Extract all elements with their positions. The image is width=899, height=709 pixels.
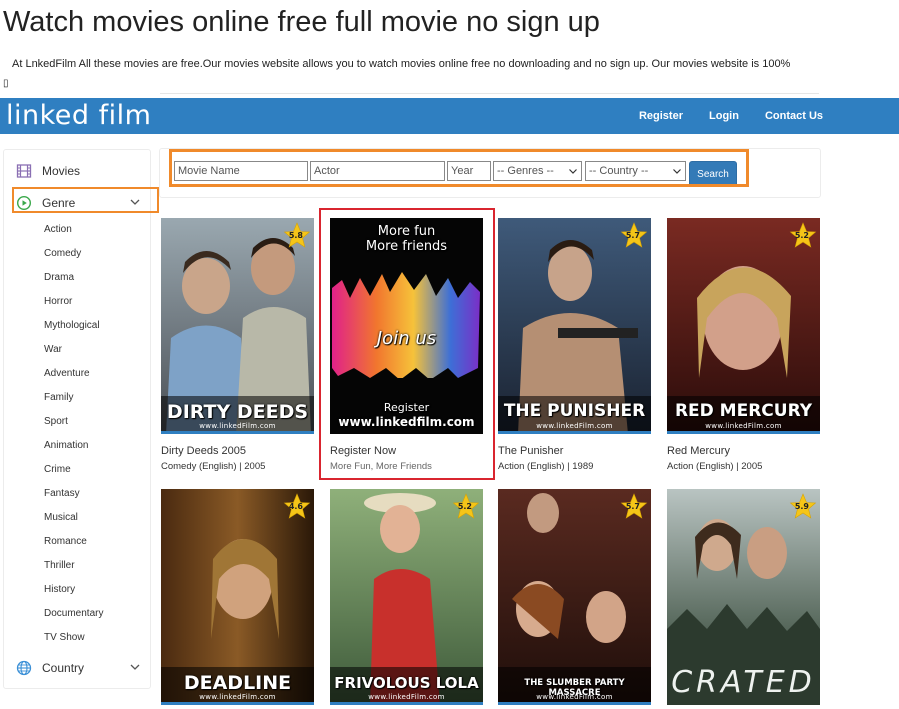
movie-poster[interactable]: DIRTY DEEDS www.linkedFilm.com 5.8 bbox=[161, 218, 314, 434]
poster-image bbox=[498, 489, 651, 705]
poster-image bbox=[330, 489, 483, 705]
movie-card-slumber-party-massacre[interactable]: THE SLUMBER PARTY MASSACRE www.linkedFil… bbox=[498, 489, 651, 709]
chevron-down-icon[interactable] bbox=[128, 660, 142, 674]
genre-item-history[interactable]: History bbox=[44, 582, 103, 606]
nav-links: Register Login Contact Us bbox=[613, 98, 823, 134]
genre-item-war[interactable]: War bbox=[44, 342, 103, 366]
poster-title: DIRTY DEEDS bbox=[166, 401, 309, 423]
poster-strip bbox=[498, 431, 651, 434]
rating-value: 4.6 bbox=[288, 502, 303, 511]
genre-item-adventure[interactable]: Adventure bbox=[44, 366, 103, 390]
sidebar-item-country[interactable]: Country bbox=[4, 655, 150, 681]
poster-strip bbox=[161, 702, 314, 705]
poster-strip bbox=[667, 431, 820, 434]
rating-value: 5.2 bbox=[794, 231, 809, 240]
rating-value: 5.7 bbox=[625, 502, 640, 511]
site-logo[interactable]: linked film bbox=[6, 100, 151, 132]
page-title: Watch movies online free full movie no s… bbox=[3, 6, 600, 38]
promo-highlight bbox=[319, 208, 495, 480]
movie-meta: Action (English) | 1989 bbox=[498, 461, 594, 472]
genre-item-thriller[interactable]: Thriller bbox=[44, 558, 103, 582]
genre-item-romance[interactable]: Romance bbox=[44, 534, 103, 558]
movie-poster[interactable]: RED MERCURY www.linkedFilm.com 5.2 bbox=[667, 218, 820, 434]
poster-strip bbox=[498, 702, 651, 705]
movie-poster[interactable]: THE SLUMBER PARTY MASSACRE www.linkedFil… bbox=[498, 489, 651, 705]
rating-value: 5.7 bbox=[625, 231, 640, 240]
movie-title[interactable]: Red Mercury bbox=[667, 445, 730, 457]
poster-title: FRIVOLOUS LOLA bbox=[334, 674, 479, 692]
genre-item-horror[interactable]: Horror bbox=[44, 294, 103, 318]
film-icon bbox=[16, 164, 32, 178]
movie-meta: Action (English) | 2005 bbox=[667, 461, 763, 472]
genre-list: Action Comedy Drama Horror Mythological … bbox=[44, 222, 103, 654]
movie-card-crated[interactable]: CRATED 5.9 bbox=[667, 489, 820, 709]
movie-card-red-mercury[interactable]: RED MERCURY www.linkedFilm.com 5.2 Red M… bbox=[667, 218, 820, 474]
genre-item-comedy[interactable]: Comedy bbox=[44, 246, 103, 270]
placeholder-glyph: ▯ bbox=[3, 78, 9, 89]
poster-strip bbox=[161, 431, 314, 434]
genre-item-musical[interactable]: Musical bbox=[44, 510, 103, 534]
movie-poster[interactable]: DEADLINE www.linkedFilm.com 4.6 bbox=[161, 489, 314, 705]
genre-item-crime[interactable]: Crime bbox=[44, 462, 103, 486]
movie-card-dirty-deeds[interactable]: DIRTY DEEDS www.linkedFilm.com 5.8 Dirty… bbox=[161, 218, 314, 474]
globe-icon bbox=[16, 660, 32, 676]
movie-poster[interactable]: THE PUNISHER www.linkedFilm.com 5.7 bbox=[498, 218, 651, 434]
movie-card-the-punisher[interactable]: THE PUNISHER www.linkedFilm.com 5.7 The … bbox=[498, 218, 651, 474]
genre-item-documentary[interactable]: Documentary bbox=[44, 606, 103, 630]
nav-contact-link[interactable]: Contact Us bbox=[765, 110, 823, 122]
poster-title: RED MERCURY bbox=[674, 401, 813, 421]
rating-value: 5.2 bbox=[457, 502, 472, 511]
movie-poster[interactable]: FRIVOLOUS LOLA www.linkedFilm.com 5.2 bbox=[330, 489, 483, 705]
movie-poster[interactable]: CRATED 5.9 bbox=[667, 489, 820, 705]
intro-text: At LnkedFilm All these movies are free.O… bbox=[12, 58, 791, 70]
rating-value: 5.8 bbox=[288, 231, 303, 240]
sidebar-item-movies[interactable]: Movies bbox=[4, 158, 150, 184]
search-highlight bbox=[169, 149, 749, 187]
navbar: linked film Register Login Contact Us bbox=[0, 98, 899, 134]
movie-title[interactable]: Dirty Deeds 2005 bbox=[161, 445, 246, 457]
genre-item-animation[interactable]: Animation bbox=[44, 438, 103, 462]
genre-item-drama[interactable]: Drama bbox=[44, 270, 103, 294]
genre-item-mythological[interactable]: Mythological bbox=[44, 318, 103, 342]
genre-item-fantasy[interactable]: Fantasy bbox=[44, 486, 103, 510]
movie-card-frivolous-lola[interactable]: FRIVOLOUS LOLA www.linkedFilm.com 5.2 bbox=[330, 489, 483, 709]
poster-title: CRATED bbox=[671, 665, 816, 700]
poster-title: DEADLINE bbox=[183, 672, 292, 694]
movie-title[interactable]: The Punisher bbox=[498, 445, 563, 457]
movie-meta: Comedy (English) | 2005 bbox=[161, 461, 266, 472]
sidebar-country-label: Country bbox=[42, 661, 85, 675]
genre-item-sport[interactable]: Sport bbox=[44, 414, 103, 438]
genre-item-family[interactable]: Family bbox=[44, 390, 103, 414]
genre-highlight bbox=[12, 187, 159, 213]
poster-title: THE PUNISHER bbox=[503, 401, 646, 421]
genre-item-action[interactable]: Action bbox=[44, 222, 103, 246]
movie-card-deadline[interactable]: DEADLINE www.linkedFilm.com 4.6 bbox=[161, 489, 314, 709]
nav-register-link[interactable]: Register bbox=[639, 110, 683, 122]
sidebar-movies-label: Movies bbox=[42, 164, 81, 178]
nav-login-link[interactable]: Login bbox=[709, 110, 739, 122]
genre-item-tv-show[interactable]: TV Show bbox=[44, 630, 103, 654]
poster-strip bbox=[330, 702, 483, 705]
rating-value: 5.9 bbox=[794, 502, 809, 511]
